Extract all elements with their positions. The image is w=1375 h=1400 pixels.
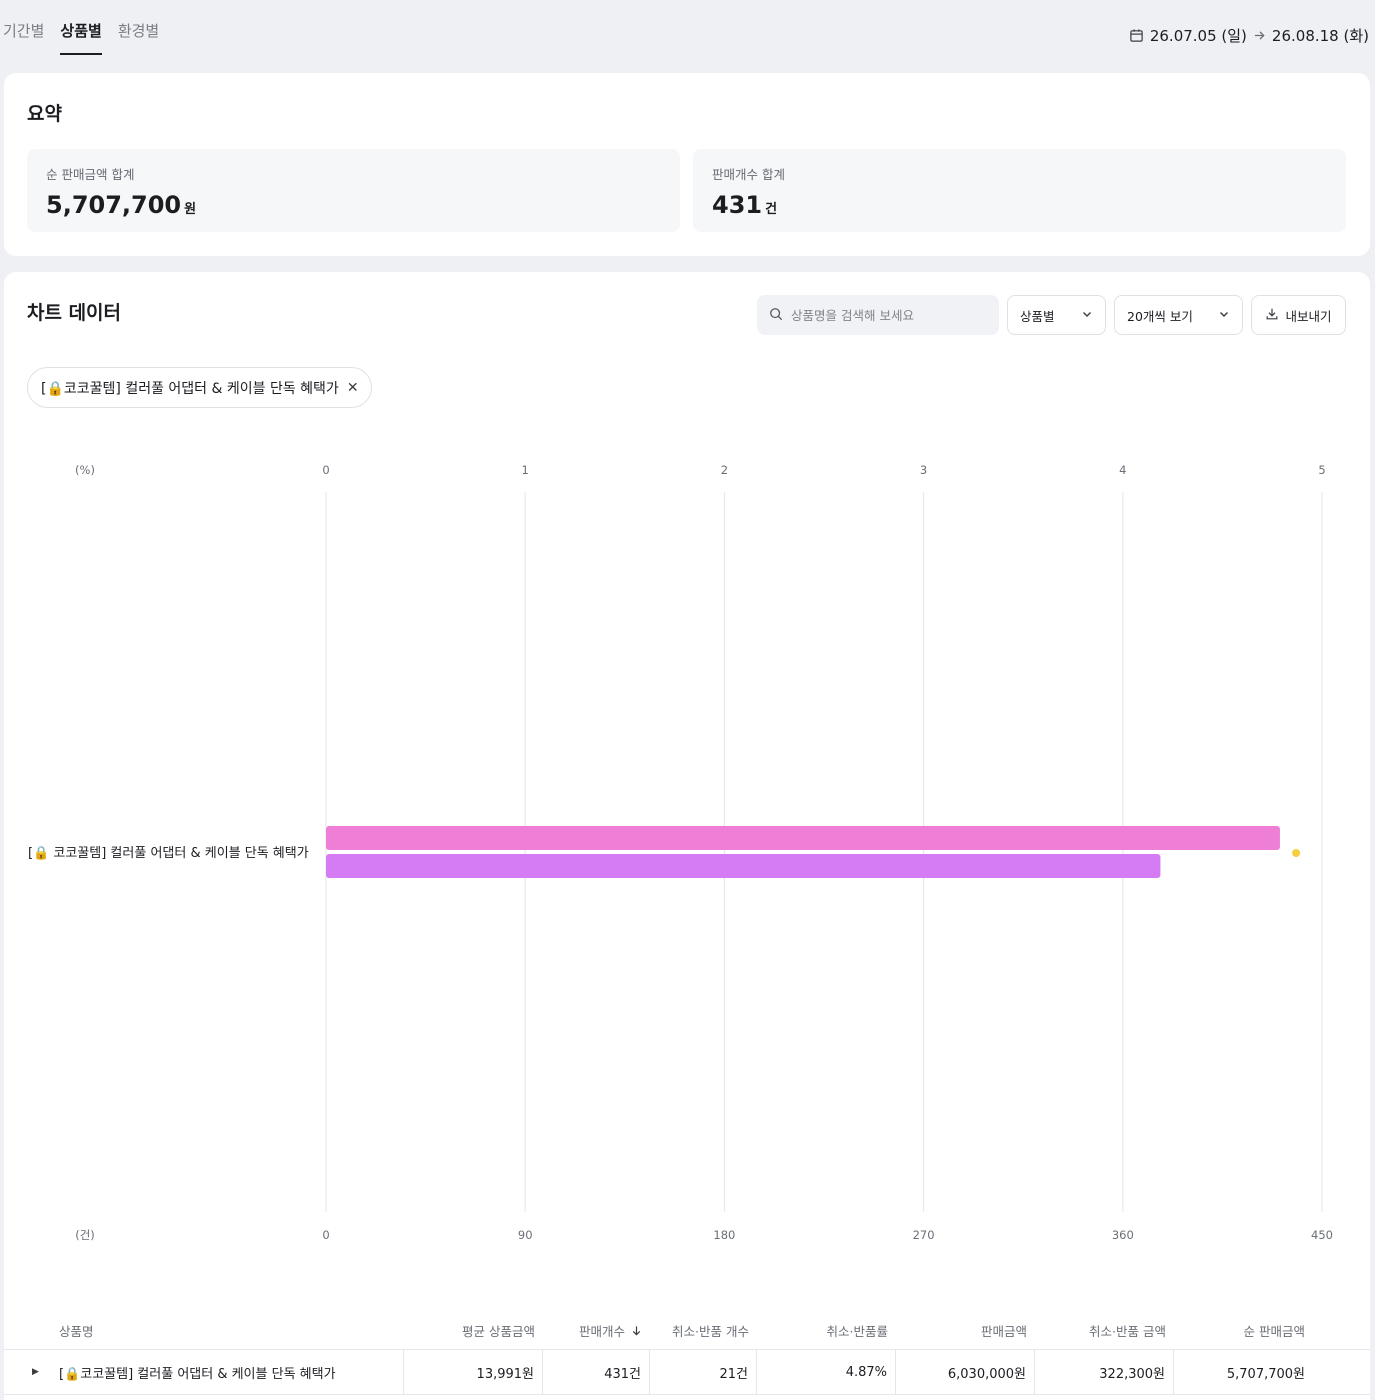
metric-label: 판매개수 합계	[712, 167, 785, 182]
metric-unit: 건	[765, 202, 778, 217]
metric-number: 431	[712, 191, 763, 219]
metric-net-sales: 순 판매금액 합계 5,707,700 원	[27, 149, 680, 232]
page-size-value: 20개씩 보기	[1127, 308, 1193, 324]
chevron-down-icon	[1081, 308, 1093, 323]
arrow-right-icon	[1253, 29, 1266, 42]
filter-chip: [🔒코코꿀템] 컬러풀 어댑터 & 케이블 단독 혜택가 ✕	[27, 367, 372, 408]
table-row[interactable]: ▶ [🔒코코꿀템] 컬러풀 어댑터 & 케이블 단독 혜택가 13,991원 43…	[4, 1350, 1370, 1395]
product-name-text: [🔒코코꿀템] 컬러풀 어댑터 & 케이블 단독 혜택가	[59, 1366, 336, 1382]
chart-card: (%) (건) 0 1 2 3 4 5 0 90 180 270 360 450 [🔒 코코꿀템] 컬러풀 …	[4, 272, 1370, 1400]
cell-cancel-amount: 322,300원	[1035, 1350, 1174, 1394]
bottom-axis-unit: (건)	[75, 1228, 95, 1242]
summary-title: 요약	[27, 103, 62, 125]
bottom-tick-label: 0	[322, 1228, 329, 1242]
close-icon[interactable]: ✕	[347, 380, 359, 396]
col-cancel-rate[interactable]: 취소·반품률	[757, 1321, 896, 1340]
top-tick-label: 4	[1119, 463, 1126, 477]
filter-chip-label: [🔒코코꿀템] 컬러풀 어댑터 & 케이블 단독 혜택가	[41, 380, 339, 397]
date-range-picker[interactable]: 26.07.05 (일) 26.08.18 (화)	[1129, 25, 1369, 46]
search-input[interactable]	[791, 307, 981, 323]
metric-unit: 원	[184, 202, 197, 217]
bottom-tick-label: 360	[1112, 1228, 1134, 1242]
cell-cancel-rate: 4.87%	[757, 1350, 896, 1394]
cell-sales-amount: 6,030,000원	[896, 1350, 1035, 1394]
top-tick-label: 5	[1318, 463, 1325, 477]
tab-by-product[interactable]: 상품별	[60, 20, 102, 55]
date-end: 26.08.18 (화)	[1271, 27, 1369, 45]
bar-chart: (%)(건)0 1 2 3 4 50 90 180 270 360 450[🔒 코코꿀템] 컬러풀 …	[28, 463, 1333, 1242]
product-table: 상품명 평균 상품금액 판매개수 취소·반품 개수 취소·반품률 판매금액 취소…	[4, 1312, 1370, 1395]
sort-desc-icon	[631, 1324, 642, 1339]
tab-by-period[interactable]: 기간별	[3, 20, 44, 55]
group-by-select[interactable]: 상품별	[1007, 295, 1106, 335]
search-icon	[769, 306, 783, 325]
group-by-value: 상품별	[1020, 308, 1055, 324]
top-tick-label: 0	[322, 463, 329, 477]
col-avg-price[interactable]: 평균 상품금액	[404, 1321, 543, 1340]
top-tick-label: 2	[721, 463, 728, 477]
product-search	[757, 295, 999, 335]
table-header: 상품명 평균 상품금액 판매개수 취소·반품 개수 취소·반품률 판매금액 취소…	[4, 1312, 1370, 1350]
calendar-icon	[1129, 28, 1144, 43]
col-product-name[interactable]: 상품명	[4, 1321, 404, 1340]
bar-series-0	[326, 826, 1280, 850]
tab-by-environment[interactable]: 환경별	[118, 20, 159, 55]
metric-number: 5,707,700	[46, 191, 182, 219]
bar-series-1	[326, 854, 1161, 878]
summary-card: 요약 순 판매금액 합계 5,707,700 원 판매개수 합계 431 건	[4, 73, 1370, 256]
col-net-sales[interactable]: 순 판매금액	[1174, 1321, 1313, 1340]
metric-label: 순 판매금액 합계	[46, 167, 135, 182]
top-tick-label: 1	[522, 463, 529, 477]
chevron-down-icon	[1218, 308, 1230, 323]
col-sales-count-label: 판매개수	[578, 1324, 625, 1339]
bottom-tick-label: 90	[518, 1228, 533, 1242]
chart-toolbar: 상품별 20개씩 보기 내보내기	[757, 295, 1346, 335]
view-tabs: 기간별 상품별 환경별	[3, 20, 159, 55]
cell-sales-count: 431건	[543, 1350, 650, 1394]
page-size-select[interactable]: 20개씩 보기	[1114, 295, 1243, 335]
cell-product-name: ▶ [🔒코코꿀템] 컬러풀 어댑터 & 케이블 단독 혜택가	[4, 1350, 404, 1394]
bottom-tick-label: 270	[913, 1228, 935, 1242]
metric-value: 5,707,700 원	[46, 191, 661, 219]
cell-net-sales: 5,707,700원	[1226, 1366, 1305, 1382]
col-cancel-count[interactable]: 취소·반품 개수	[650, 1321, 757, 1340]
date-start: 26.07.05 (일)	[1149, 27, 1247, 45]
download-icon	[1265, 307, 1279, 324]
cell-avg-price: 13,991원	[404, 1350, 543, 1394]
metric-value: 431 건	[712, 191, 1327, 219]
metric-sales-count: 판매개수 합계 431 건	[693, 149, 1346, 232]
rate-point	[1292, 849, 1301, 857]
bottom-tick-label: 450	[1311, 1228, 1333, 1242]
col-sales-count[interactable]: 판매개수	[543, 1321, 650, 1340]
top-tick-label: 3	[920, 463, 927, 477]
category-label: [🔒 코코꿀템] 컬러풀 어댑터 & 케이블 단독 혜택가	[28, 846, 309, 861]
export-button[interactable]: 내보내기	[1251, 295, 1346, 335]
chart-section-title: 차트 데이터	[27, 302, 122, 324]
export-label: 내보내기	[1285, 308, 1332, 324]
bottom-tick-label: 180	[713, 1228, 735, 1242]
cell-cancel-count: 21건	[650, 1350, 757, 1394]
top-axis-unit: (%)	[75, 463, 95, 477]
col-cancel-amount[interactable]: 취소·반품 금액	[1035, 1321, 1174, 1340]
expand-caret-icon[interactable]: ▶	[12, 1367, 59, 1377]
col-sales-amount[interactable]: 판매금액	[896, 1321, 1035, 1340]
